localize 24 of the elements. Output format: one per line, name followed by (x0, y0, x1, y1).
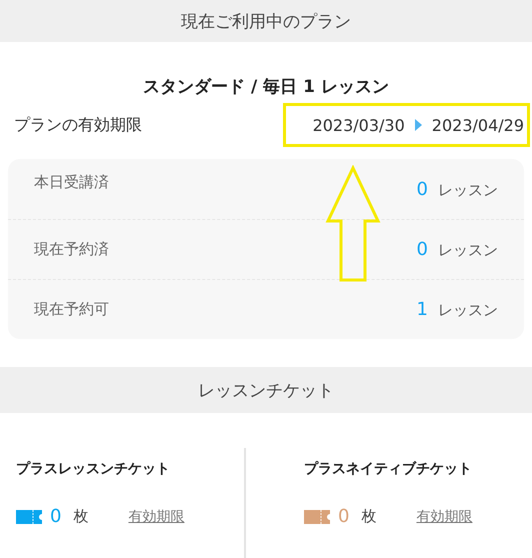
ticket-name: プラスネイティブチケット (304, 460, 473, 478)
lesson-count: 0 (416, 178, 428, 200)
triangle-icon (414, 119, 422, 131)
section-header: レッスンチケット (0, 367, 532, 413)
expiry-link[interactable]: 有効期限 (128, 508, 184, 526)
unit-label: 枚 (361, 507, 376, 526)
lesson-count: 1 (416, 299, 428, 320)
start-date: 2023/03/30 (312, 116, 405, 134)
unit-label: レッスン (438, 180, 498, 200)
lesson-count: 0 (416, 239, 428, 260)
validity-label: プランの有効期限 (14, 114, 142, 136)
unit-label: レッスン (438, 241, 498, 260)
stat-label: 現在予約可 (34, 300, 109, 319)
ticket-count: 0 (338, 506, 350, 527)
unit-label: レッスン (438, 301, 498, 320)
stat-label: 本日受講済 (34, 172, 109, 192)
expiry-link[interactable]: 有効期限 (416, 508, 472, 526)
unit-label: 枚 (73, 507, 88, 526)
plan-name: スタンダード / 毎日 1 レッスン (142, 76, 390, 98)
section-header: 現在ご利用中のプラン (0, 0, 532, 42)
end-date: 2023/04/29 (432, 116, 524, 134)
stat-label: 現在予約済 (34, 240, 109, 259)
ticket-name: プラスレッスンチケット (16, 460, 171, 478)
ticket-count: 0 (50, 506, 62, 527)
